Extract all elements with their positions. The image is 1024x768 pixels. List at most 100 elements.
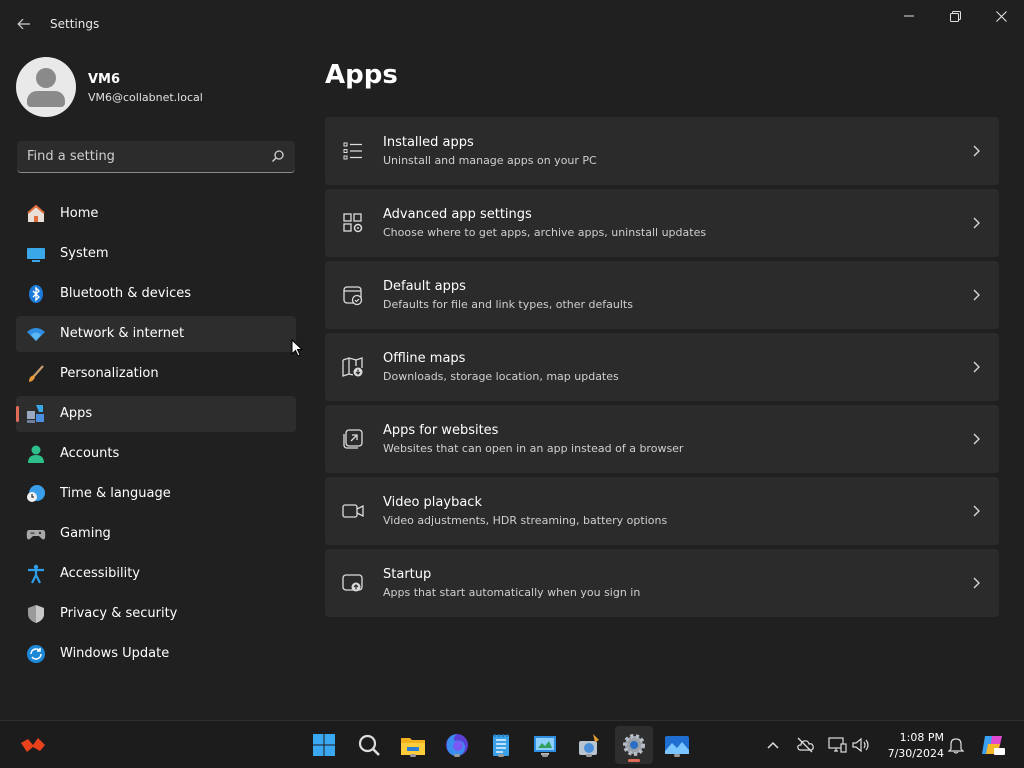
close-icon bbox=[995, 10, 1007, 22]
card-default-apps[interactable]: Default apps Defaults for file and link … bbox=[325, 261, 999, 329]
taskbar-start-button[interactable] bbox=[310, 731, 338, 759]
sidebar-item-network[interactable]: Network & internet bbox=[16, 316, 296, 352]
card-description: Defaults for file and link types, other … bbox=[383, 298, 633, 311]
video-icon bbox=[342, 504, 364, 518]
widgets-icon[interactable] bbox=[20, 735, 46, 755]
chevron-right-icon bbox=[973, 577, 980, 589]
card-description: Uninstall and manage apps on your PC bbox=[383, 154, 597, 167]
sidebar-item-privacy[interactable]: Privacy & security bbox=[16, 596, 296, 632]
taskbar-settings[interactable] bbox=[615, 726, 653, 764]
update-icon bbox=[27, 645, 45, 663]
card-title: Video playback bbox=[383, 495, 482, 510]
chevron-right-icon bbox=[973, 217, 980, 229]
gamepad-icon bbox=[26, 530, 46, 540]
network-icon[interactable] bbox=[827, 735, 847, 755]
chevron-right-icon bbox=[973, 433, 980, 445]
sidebar-item-label: Time & language bbox=[60, 486, 171, 501]
system-icon bbox=[27, 248, 45, 262]
cloud-off-icon[interactable] bbox=[795, 735, 815, 755]
taskbar-file-explorer[interactable] bbox=[399, 731, 427, 759]
clock-time: 1:08 PM bbox=[899, 731, 944, 744]
taskbar-firefox[interactable] bbox=[443, 731, 471, 759]
list-icon bbox=[343, 142, 362, 160]
startup-icon bbox=[342, 574, 363, 592]
card-description: Apps that start automatically when you s… bbox=[383, 586, 641, 599]
start-icon bbox=[313, 734, 335, 756]
sidebar-item-windows-update[interactable]: Windows Update bbox=[16, 636, 296, 672]
chevron-right-icon bbox=[973, 361, 980, 373]
shield-icon bbox=[28, 605, 44, 623]
minimize-button[interactable] bbox=[886, 0, 932, 32]
sidebar-item-system[interactable]: System bbox=[16, 236, 296, 272]
search-icon bbox=[358, 734, 380, 756]
card-title: Offline maps bbox=[383, 351, 466, 366]
restore-button[interactable] bbox=[932, 0, 978, 32]
sidebar-item-label: System bbox=[60, 246, 109, 261]
sidebar-item-bluetooth[interactable]: Bluetooth & devices bbox=[16, 276, 296, 312]
sidebar-item-label: Bluetooth & devices bbox=[60, 286, 191, 301]
sidebar-item-label: Accounts bbox=[60, 446, 120, 461]
sidebar-nav: Home System Bluetooth & devices Network … bbox=[16, 196, 296, 676]
profile-email: VM6@collabnet.local bbox=[88, 91, 203, 104]
notification-icon[interactable] bbox=[946, 735, 966, 755]
taskbar-notepad[interactable] bbox=[487, 731, 515, 759]
back-button[interactable] bbox=[12, 12, 36, 36]
copilot-icon[interactable] bbox=[980, 732, 1006, 758]
sidebar-item-time-language[interactable]: Time & language bbox=[16, 476, 296, 512]
apps-icon bbox=[27, 405, 44, 423]
taskbar-disk-cleanup[interactable] bbox=[575, 731, 603, 759]
card-description: Downloads, storage location, map updates bbox=[383, 370, 619, 383]
wifi-icon bbox=[27, 328, 45, 341]
clock-date: 7/30/2024 bbox=[887, 747, 944, 760]
close-button[interactable] bbox=[978, 0, 1024, 32]
sidebar-item-home[interactable]: Home bbox=[16, 196, 296, 232]
card-title: Apps for websites bbox=[383, 423, 499, 438]
card-installed-apps[interactable]: Installed apps Uninstall and manage apps… bbox=[325, 117, 999, 185]
card-advanced-app-settings[interactable]: Advanced app settings Choose where to ge… bbox=[325, 189, 999, 257]
sidebar-item-label: Gaming bbox=[60, 526, 111, 541]
chevron-right-icon bbox=[973, 145, 980, 157]
mouse-cursor-icon bbox=[291, 339, 303, 357]
card-apps-for-websites[interactable]: Apps for websites Websites that can open… bbox=[325, 405, 999, 473]
app-settings-icon bbox=[343, 213, 363, 233]
open-external-icon bbox=[343, 429, 363, 449]
clock-globe-icon bbox=[27, 485, 45, 502]
chevron-up-icon[interactable] bbox=[763, 735, 783, 755]
profile-name: VM6 bbox=[88, 72, 121, 87]
sidebar-item-personalization[interactable]: Personalization bbox=[16, 356, 296, 392]
avatar bbox=[16, 57, 76, 117]
card-description: Video adjustments, HDR streaming, batter… bbox=[383, 514, 668, 527]
sidebar-item-label: Accessibility bbox=[60, 566, 140, 581]
taskbar: 1:08 PM 7/30/2024 bbox=[0, 720, 1024, 768]
sidebar-item-gaming[interactable]: Gaming bbox=[16, 516, 296, 552]
sidebar-item-label: Personalization bbox=[60, 366, 159, 381]
sidebar-item-accounts[interactable]: Accounts bbox=[16, 436, 296, 472]
card-title: Installed apps bbox=[383, 135, 474, 150]
card-offline-maps[interactable]: Offline maps Downloads, storage location… bbox=[325, 333, 999, 401]
user-profile[interactable]: VM6 VM6@collabnet.local bbox=[16, 57, 296, 117]
page-title: Apps bbox=[325, 60, 398, 90]
minimize-icon bbox=[904, 15, 914, 17]
card-startup[interactable]: Startup Apps that start automatically wh… bbox=[325, 549, 999, 617]
sidebar-item-apps[interactable]: Apps bbox=[16, 396, 296, 432]
card-description: Websites that can open in an app instead… bbox=[383, 442, 684, 455]
volume-icon[interactable] bbox=[851, 735, 871, 755]
sidebar-item-label: Apps bbox=[60, 406, 93, 421]
search-input[interactable]: Find a setting bbox=[17, 141, 295, 173]
back-arrow-icon bbox=[17, 18, 30, 30]
search-icon[interactable] bbox=[271, 149, 285, 163]
default-apps-icon bbox=[343, 286, 363, 306]
taskbar-control-panel[interactable] bbox=[531, 731, 559, 759]
settings-icon bbox=[623, 734, 645, 756]
card-description: Choose where to get apps, archive apps, … bbox=[383, 226, 707, 239]
taskbar-search-button[interactable] bbox=[355, 731, 383, 759]
chevron-right-icon bbox=[973, 289, 980, 301]
search-placeholder: Find a setting bbox=[27, 149, 115, 164]
restore-icon bbox=[949, 10, 961, 22]
clock[interactable]: 1:08 PM 7/30/2024 bbox=[880, 730, 944, 762]
sidebar-item-accessibility[interactable]: Accessibility bbox=[16, 556, 296, 592]
card-video-playback[interactable]: Video playback Video adjustments, HDR st… bbox=[325, 477, 999, 545]
taskbar-photos[interactable] bbox=[663, 731, 691, 759]
sidebar-item-label: Network & internet bbox=[60, 326, 185, 341]
accessibility-icon bbox=[28, 564, 44, 584]
